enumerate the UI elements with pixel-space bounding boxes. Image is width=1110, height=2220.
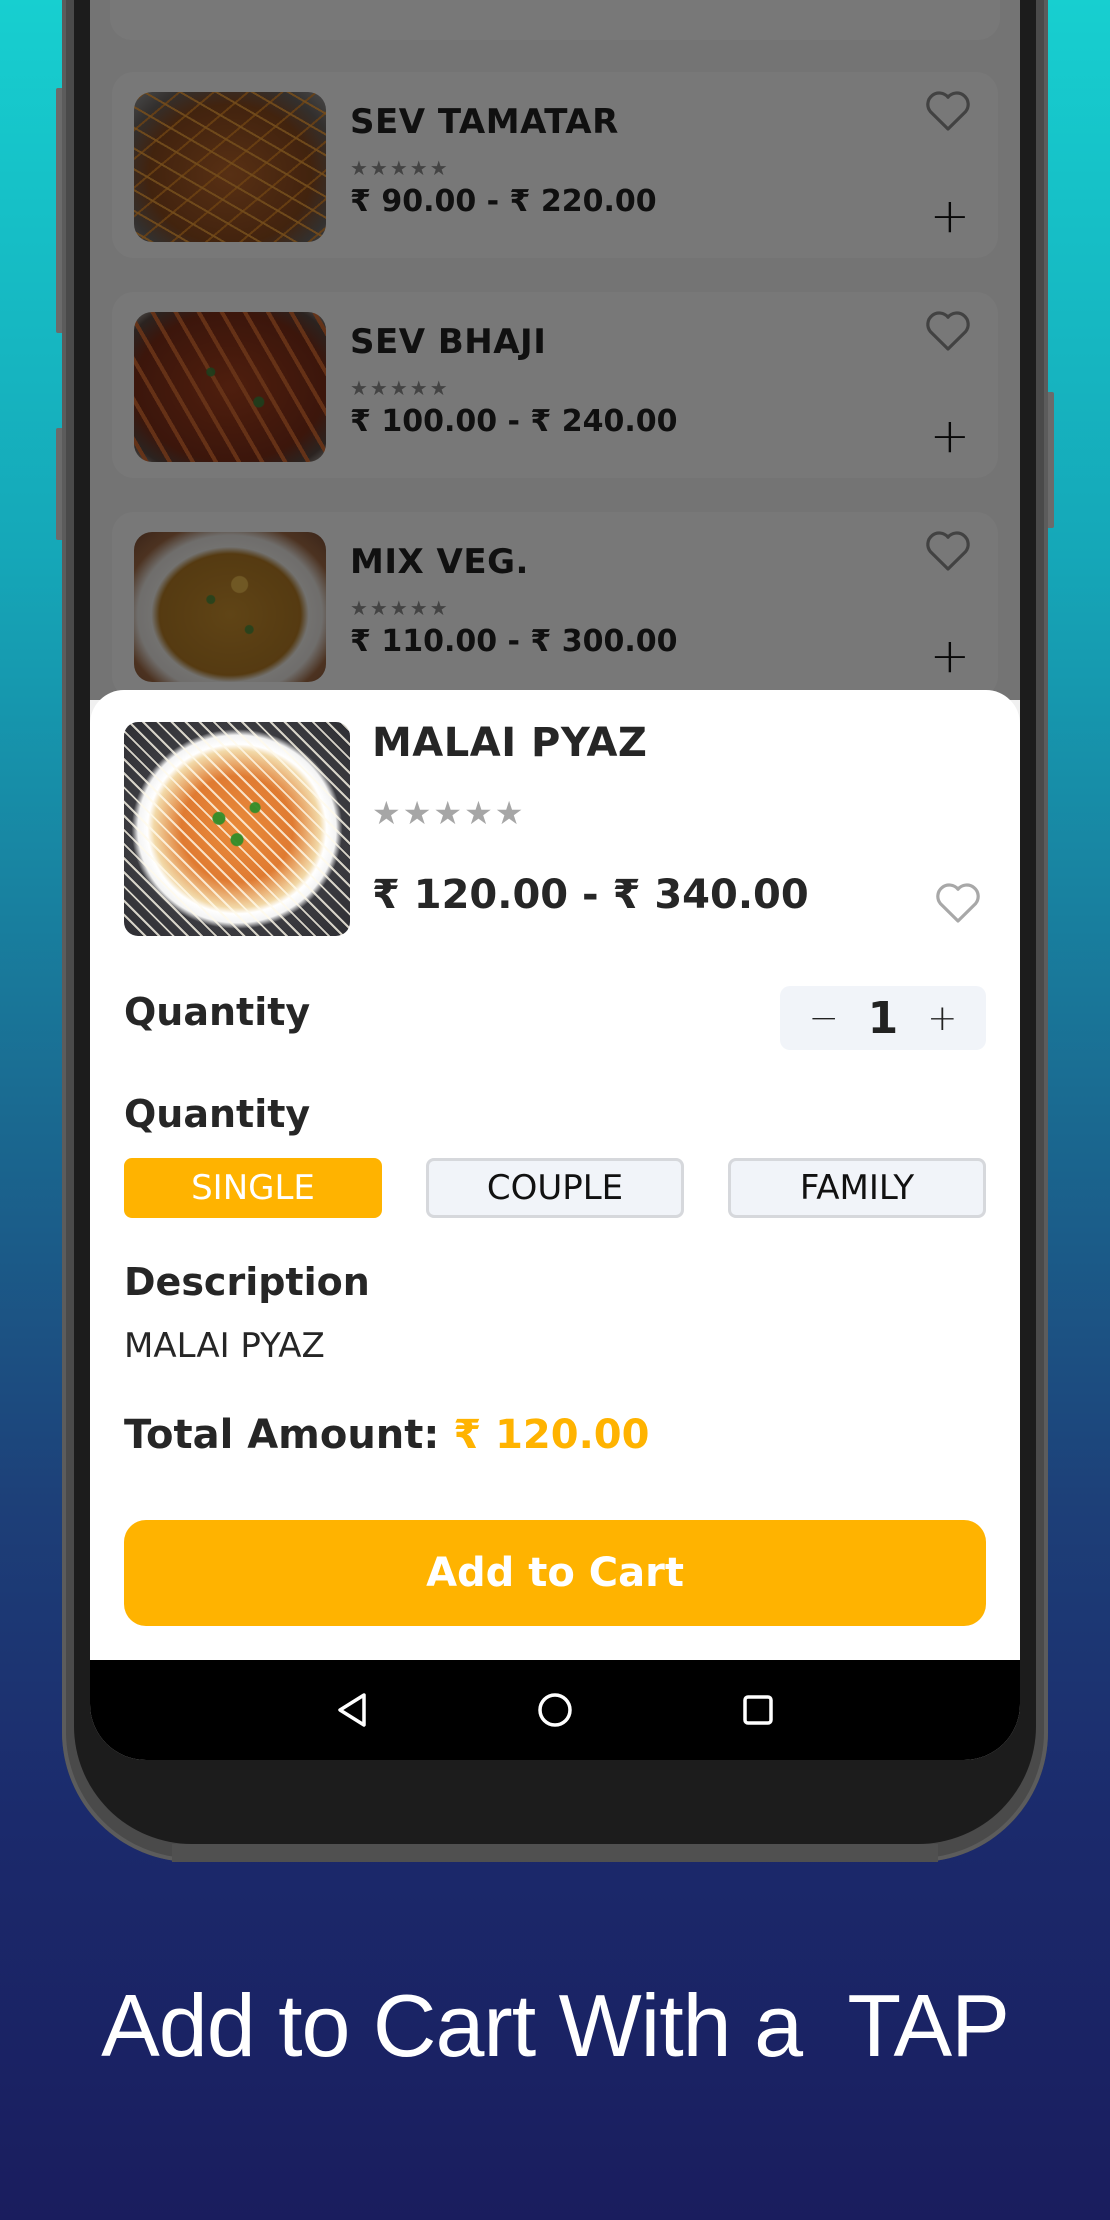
size-label: Quantity bbox=[124, 1092, 311, 1136]
promo-caption: Add to Cart With a TAP bbox=[101, 1976, 1010, 2075]
modal-scrim[interactable] bbox=[90, 0, 1020, 700]
total-label: Total Amount: bbox=[124, 1412, 440, 1458]
add-to-cart-sheet: MALAI PYAZ ★★★★★ ₹ 120.00 - ₹ 340.00 Qua… bbox=[90, 690, 1020, 1660]
description-text: MALAI PYAZ bbox=[124, 1326, 325, 1366]
product-image bbox=[124, 722, 350, 936]
decrement-button[interactable]: − bbox=[809, 998, 839, 1039]
home-circle-icon bbox=[538, 1693, 572, 1727]
product-price-range: ₹ 120.00 - ₹ 340.00 bbox=[372, 872, 809, 918]
rating-stars: ★★★★★ bbox=[372, 794, 526, 832]
nav-back-button[interactable] bbox=[332, 1690, 372, 1730]
increment-button[interactable]: + bbox=[927, 998, 957, 1039]
size-option-single[interactable]: SINGLE bbox=[124, 1158, 382, 1218]
add-to-cart-button[interactable]: Add to Cart bbox=[124, 1520, 986, 1626]
nav-recents-button[interactable] bbox=[738, 1690, 778, 1730]
quantity-value: 1 bbox=[867, 992, 899, 1044]
menu-list: SEV TAMATAR ★★★★★ ₹ 90.00 - ₹ 220.00 + S… bbox=[90, 0, 1020, 700]
nav-home-button[interactable] bbox=[535, 1690, 575, 1730]
app-screen: SEV TAMATAR ★★★★★ ₹ 90.00 - ₹ 220.00 + S… bbox=[90, 0, 1020, 1760]
phone-bottom-edge bbox=[172, 1844, 938, 1862]
quantity-label: Quantity bbox=[124, 990, 311, 1034]
size-option-couple[interactable]: COUPLE bbox=[426, 1158, 684, 1218]
recents-square-icon bbox=[743, 1695, 774, 1725]
quantity-stepper: − 1 + bbox=[780, 986, 986, 1050]
size-options: SINGLE COUPLE FAMILY bbox=[124, 1158, 986, 1218]
system-navigation-bar bbox=[90, 1660, 1020, 1760]
size-option-family[interactable]: FAMILY bbox=[728, 1158, 986, 1218]
product-title: MALAI PYAZ bbox=[372, 720, 648, 766]
total-value: ₹ 120.00 bbox=[453, 1412, 650, 1458]
description-label: Description bbox=[124, 1260, 370, 1304]
heart-outline-icon[interactable] bbox=[934, 880, 982, 924]
back-triangle-icon bbox=[337, 1693, 366, 1727]
total-amount: Total Amount: ₹ 120.00 bbox=[124, 1412, 649, 1458]
